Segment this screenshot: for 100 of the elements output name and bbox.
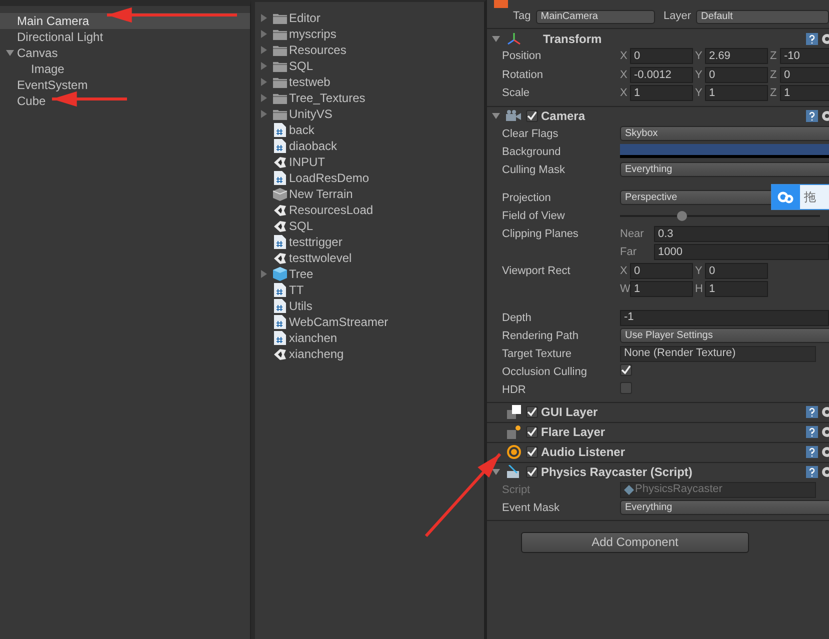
folder-icon xyxy=(272,28,286,40)
component-title: Audio Listener xyxy=(541,444,626,461)
dropdown[interactable]: Skybox xyxy=(620,126,829,140)
folder-icon xyxy=(272,92,286,104)
project-asset[interactable]: testweb xyxy=(255,74,484,90)
terrain-icon xyxy=(272,188,286,200)
property-label: Scale xyxy=(502,86,531,101)
help-icon[interactable] xyxy=(806,32,818,44)
collapse-arrow-icon[interactable] xyxy=(492,34,500,42)
number-field[interactable]: 1 xyxy=(705,85,768,102)
object-field[interactable]: None (Render Texture) xyxy=(620,346,816,362)
settings-icon[interactable] xyxy=(821,32,829,44)
project-asset[interactable]: Utils xyxy=(255,298,484,314)
floating-toast[interactable]: 拖 xyxy=(771,184,829,210)
checkbox[interactable] xyxy=(620,382,632,394)
property-label: Target Texture xyxy=(502,346,573,362)
unity-logo-icon xyxy=(272,204,286,216)
axis-label: X xyxy=(620,49,628,64)
property-label: Clipping Planes xyxy=(502,226,580,242)
collapse-arrow-icon[interactable] xyxy=(492,468,500,476)
hierarchy-item[interactable]: Cube xyxy=(0,93,250,109)
enable-checkbox[interactable] xyxy=(526,446,538,458)
axis-label: H xyxy=(695,282,704,297)
property-label: Script xyxy=(502,482,532,498)
settings-icon[interactable] xyxy=(821,426,829,438)
add-component-button[interactable]: Add Component xyxy=(521,532,749,552)
widget-label: 拖 xyxy=(803,189,816,206)
number-field[interactable]: 1 xyxy=(705,281,768,298)
property-label: Field of View xyxy=(502,208,566,224)
script-file-icon xyxy=(274,299,286,313)
number-field[interactable]: -1 xyxy=(620,310,829,326)
project-asset[interactable]: myscrips xyxy=(255,26,484,42)
project-asset[interactable]: xiancheng xyxy=(255,346,484,362)
number-field[interactable]: 0 xyxy=(630,262,693,279)
project-asset[interactable]: Tree xyxy=(255,266,484,282)
project-asset[interactable]: INPUT xyxy=(255,154,484,170)
layer-dropdown[interactable]: Default xyxy=(696,10,829,24)
number-field[interactable]: 0.3 xyxy=(654,226,829,242)
project-asset[interactable]: SQL xyxy=(255,218,484,234)
dropdown[interactable]: Everything xyxy=(620,162,829,176)
script-file-icon xyxy=(274,283,286,297)
project-asset[interactable]: xianchen xyxy=(255,330,484,346)
project-asset[interactable]: testtwolevel xyxy=(255,250,484,266)
number-field[interactable]: 0 xyxy=(705,66,768,83)
hierarchy-item[interactable]: Image xyxy=(0,61,250,77)
axis-label: Near xyxy=(620,226,645,242)
enable-checkbox[interactable] xyxy=(526,466,538,478)
settings-icon[interactable] xyxy=(821,466,829,478)
hierarchy-item[interactable]: Canvas xyxy=(0,45,250,61)
project-asset[interactable]: diaoback xyxy=(255,138,484,154)
number-field[interactable]: -0.0012 xyxy=(630,66,693,83)
property-label: Clear Flags xyxy=(502,126,560,142)
expand-arrow-icon[interactable] xyxy=(6,49,14,57)
tag-dropdown[interactable]: MainCamera xyxy=(536,10,655,24)
number-field[interactable]: 1 xyxy=(780,85,829,102)
axis-label: Z xyxy=(770,86,778,101)
project-asset[interactable]: Tree_Textures xyxy=(255,90,484,106)
axis-label: Y xyxy=(695,264,704,278)
number-field[interactable]: 1000 xyxy=(654,244,829,260)
project-asset[interactable]: ResourcesLoad xyxy=(255,202,484,218)
settings-icon[interactable] xyxy=(821,110,829,122)
property-label: Rotation xyxy=(502,68,544,82)
number-field[interactable]: 1 xyxy=(630,281,693,298)
hierarchy-item[interactable]: EventSystem xyxy=(0,77,250,93)
enable-checkbox[interactable] xyxy=(526,110,538,122)
number-field[interactable]: -10 xyxy=(780,48,829,64)
enable-checkbox[interactable] xyxy=(526,406,538,418)
project-asset[interactable]: TT xyxy=(255,282,484,298)
hierarchy-item[interactable]: Directional Light xyxy=(0,29,250,45)
script-file-icon xyxy=(274,123,286,137)
settings-icon[interactable] xyxy=(821,446,829,458)
property-label: HDR xyxy=(502,382,527,398)
number-field[interactable]: 0 xyxy=(630,48,693,64)
project-asset[interactable]: SQL xyxy=(255,58,484,74)
checkbox[interactable] xyxy=(620,364,632,376)
project-asset[interactable]: Editor xyxy=(255,10,484,26)
number-field[interactable]: 0 xyxy=(780,66,829,83)
enable-checkbox[interactable] xyxy=(526,426,538,438)
project-asset[interactable]: WebCamStreamer xyxy=(255,314,484,330)
property-label: Background xyxy=(502,144,562,160)
project-asset[interactable]: back xyxy=(255,122,484,138)
dropdown[interactable]: Everything xyxy=(620,500,829,514)
number-field[interactable]: 2.69 xyxy=(705,48,768,64)
project-asset[interactable]: New Terrain xyxy=(255,186,484,202)
project-asset[interactable]: UnityVS xyxy=(255,106,484,122)
color-swatch[interactable] xyxy=(620,144,829,158)
number-field[interactable]: 1 xyxy=(630,85,693,102)
axis-label: W xyxy=(620,282,630,297)
expand-arrow-icon[interactable] xyxy=(260,270,268,278)
component-title: Physics Raycaster (Script) xyxy=(541,464,692,481)
property-label: Occlusion Culling xyxy=(502,364,588,380)
project-asset[interactable]: testtrigger xyxy=(255,234,484,250)
project-asset[interactable]: LoadResDemo xyxy=(255,170,484,186)
slider-thumb[interactable] xyxy=(677,210,687,220)
number-field[interactable]: 0 xyxy=(705,262,768,279)
dropdown[interactable]: Use Player Settings xyxy=(620,328,829,342)
collapse-arrow-icon[interactable] xyxy=(492,112,500,120)
script-asset-icon xyxy=(624,484,634,494)
project-asset[interactable]: Resources xyxy=(255,42,484,58)
settings-icon[interactable] xyxy=(821,406,829,418)
